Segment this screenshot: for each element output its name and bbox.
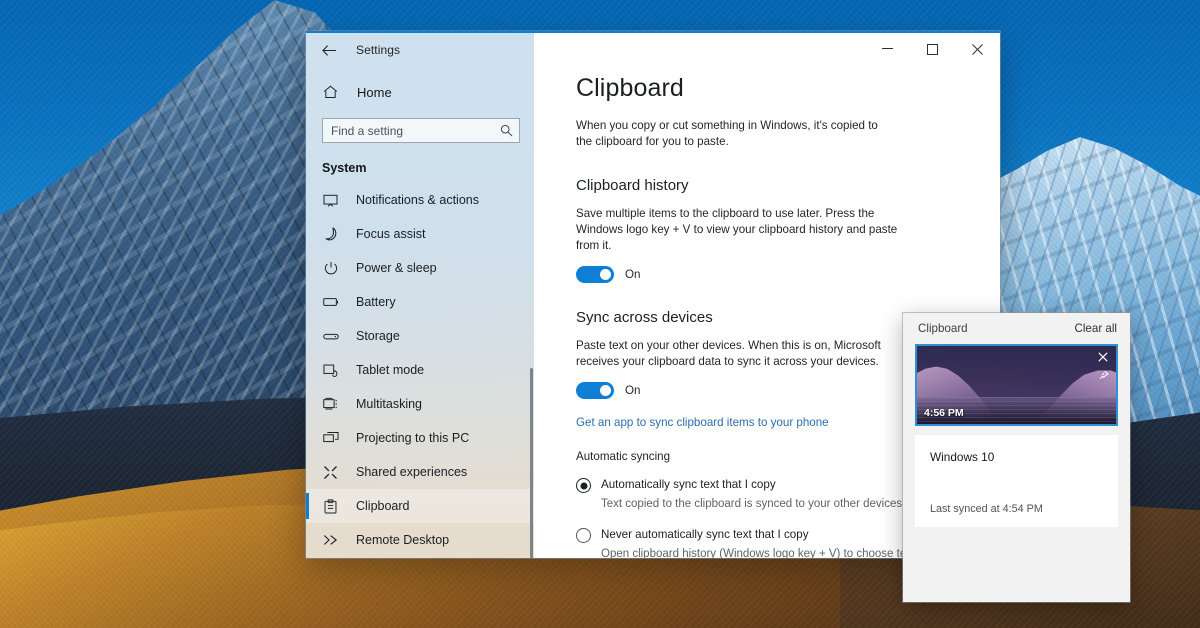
notifications-icon [322, 192, 339, 209]
flyout-header: Clipboard Clear all [903, 313, 1130, 344]
page-description: When you copy or cut something in Window… [576, 119, 878, 148]
clear-all-button[interactable]: Clear all [1074, 322, 1117, 335]
radio-button-auto-sync[interactable] [576, 478, 591, 493]
minimize-button[interactable] [865, 33, 910, 65]
sidebar-item-label: Power & sleep [356, 261, 437, 275]
get-app-link[interactable]: Get an app to sync clipboard items to yo… [576, 416, 829, 429]
sidebar-item-notifications-and-actions[interactable]: Notifications & actions [306, 183, 534, 217]
clipboard-history-toggle-state: On [625, 268, 641, 281]
search-box[interactable] [322, 118, 520, 143]
window-titlebar: Settings [306, 33, 534, 67]
clipboard-item-image[interactable]: 4:56 PM [915, 344, 1118, 426]
clipboard-item-content: Windows 10 [930, 450, 995, 464]
radio-label: Never automatically sync text that I cop… [601, 528, 809, 541]
search-input[interactable] [331, 123, 500, 138]
sidebar-item-remote-desktop[interactable]: Remote Desktop [306, 523, 534, 557]
sidebar-item-battery[interactable]: Battery [306, 285, 534, 319]
settings-window: Settings Home Find a setting System Noti… [306, 31, 1000, 558]
pin-icon[interactable] [1096, 368, 1110, 382]
sidebar-scrollbar[interactable] [530, 368, 533, 558]
sidebar-item-shared-experiences[interactable]: Shared experiences [306, 455, 534, 489]
sidebar-item-storage[interactable]: Storage [306, 319, 534, 353]
close-button[interactable] [955, 33, 1000, 65]
moon-icon [322, 226, 339, 243]
shared-experiences-icon [322, 464, 339, 481]
remote-desktop-icon [322, 532, 339, 549]
sync-toggle[interactable] [576, 382, 614, 399]
sidebar-item-power-and-sleep[interactable]: Power & sleep [306, 251, 534, 285]
tablet-icon [322, 362, 339, 379]
clipboard-flyout: Clipboard Clear all 4:56 PM Windows 10 L… [903, 313, 1130, 602]
clipboard-history-description: Save multiple items to the clipboard to … [576, 207, 898, 252]
sidebar-item-label: Clipboard [356, 499, 410, 513]
clipboard-item-synced-status: Last synced at 4:54 PM [930, 503, 1043, 515]
radio-label: Automatically sync text that I copy [601, 478, 776, 491]
sidebar-item-home[interactable]: Home [306, 76, 534, 108]
battery-icon [322, 294, 339, 311]
radio-description: Open clipboard history (Windows logo key… [601, 548, 915, 558]
clipboard-item-text[interactable]: Windows 10 Last synced at 4:54 PM [915, 435, 1118, 527]
sidebar-item-label: Projecting to this PC [356, 431, 470, 445]
back-arrow-icon[interactable] [316, 38, 342, 62]
sidebar-item-tablet-mode[interactable]: Tablet mode [306, 353, 534, 387]
radio-button-never-sync[interactable] [576, 528, 591, 543]
sidebar-item-list: Notifications & actions Focus assist Pow… [306, 181, 534, 558]
sync-across-devices-description: Paste text on your other devices. When t… [576, 339, 881, 368]
sidebar-section-title: System [322, 161, 367, 175]
sidebar-item-label: Battery [356, 295, 396, 309]
maximize-button[interactable] [910, 33, 955, 65]
flyout-title: Clipboard [918, 322, 968, 335]
sidebar-item-focus-assist[interactable]: Focus assist [306, 217, 534, 251]
sidebar-item-label: Notifications & actions [356, 193, 479, 207]
sidebar-item-label: Focus assist [356, 227, 426, 241]
page-title: Clipboard [576, 74, 684, 102]
sidebar-item-label: Tablet mode [356, 363, 425, 377]
radio-description: Text copied to the clipboard is synced t… [601, 498, 906, 510]
home-icon [322, 84, 339, 101]
sidebar-item-label: Storage [356, 329, 400, 343]
sync-toggle-state: On [625, 384, 641, 397]
desktop-wallpaper: Settings Home Find a setting System Noti… [0, 0, 1200, 628]
sidebar-item-label: Shared experiences [356, 465, 468, 479]
sidebar-item-multitasking[interactable]: Multitasking [306, 387, 534, 421]
sidebar-item-projecting-to-this-pc[interactable]: Projecting to this PC [306, 421, 534, 455]
clipboard-history-toggle-row: On [576, 266, 960, 283]
window-body: Settings Home Find a setting System Noti… [306, 33, 1000, 558]
navigation-pane: Settings Home Find a setting System Noti… [306, 33, 534, 558]
sidebar-home-label: Home [357, 84, 392, 100]
power-icon [322, 260, 339, 277]
close-icon[interactable] [1096, 350, 1110, 364]
projecting-icon [322, 430, 339, 447]
clipboard-icon [322, 498, 339, 515]
flyout-item-list: 4:56 PM Windows 10 Last synced at 4:54 P… [903, 344, 1130, 527]
window-title: Settings [356, 43, 401, 57]
sidebar-item-clipboard[interactable]: Clipboard [306, 489, 534, 523]
storage-icon [322, 328, 339, 345]
clipboard-item-timestamp: 4:56 PM [924, 407, 964, 419]
search-icon[interactable] [500, 124, 513, 137]
clipboard-history-toggle[interactable] [576, 266, 614, 283]
clipboard-history-heading: Clipboard history [576, 177, 689, 194]
search-container [306, 108, 534, 143]
sidebar-item-label: Multitasking [356, 397, 422, 411]
window-caption-buttons [865, 33, 1000, 65]
multitasking-icon [322, 396, 339, 413]
sidebar-item-label: Remote Desktop [356, 533, 450, 547]
